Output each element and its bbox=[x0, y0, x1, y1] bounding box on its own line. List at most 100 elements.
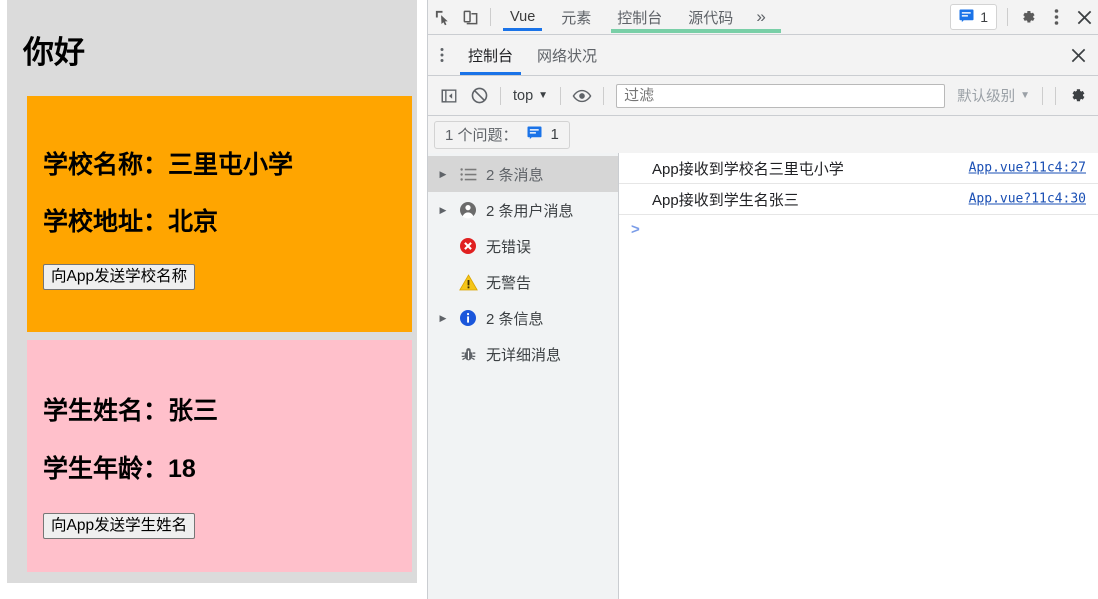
devtools-panel: Vue 元素 控制台 源代码 » bbox=[427, 0, 1098, 599]
toolbar-divider bbox=[490, 8, 491, 26]
kebab-menu-icon[interactable] bbox=[1042, 0, 1070, 34]
send-school-name-button[interactable]: 向App发送学校名称 bbox=[43, 264, 195, 291]
drawer-close-icon[interactable] bbox=[1058, 47, 1098, 64]
expand-triangle-icon-user[interactable]: ▶ bbox=[436, 205, 450, 216]
message-bubble-icon bbox=[959, 9, 974, 26]
student-age-value: 18 bbox=[168, 455, 196, 483]
school-name-row: 学校名称：三里屯小学 bbox=[43, 96, 396, 178]
sidebar-item-errors[interactable]: ▶ 无错误 bbox=[428, 228, 618, 264]
clear-console-icon[interactable] bbox=[464, 82, 494, 110]
gear-icon[interactable] bbox=[1014, 0, 1042, 34]
sidebar-item-verbose-label: 无详细消息 bbox=[486, 344, 561, 365]
school-address-row: 学校地址：北京 bbox=[43, 178, 396, 235]
expand-placeholder-warnings: ▶ bbox=[436, 277, 450, 288]
page-title: 你好 bbox=[7, 0, 417, 70]
tab-vue-label: Vue bbox=[510, 9, 535, 25]
issues-badge[interactable]: 1 bbox=[950, 4, 997, 30]
device-toolbar-icon[interactable] bbox=[456, 0, 484, 34]
console-prompt[interactable]: > bbox=[619, 215, 1098, 243]
drawer-kebab-menu-icon[interactable] bbox=[428, 47, 456, 63]
issues-chip-count: 1 bbox=[551, 126, 559, 143]
console-toolbar-divider-4 bbox=[1042, 87, 1043, 105]
student-age-label: 学生年龄： bbox=[43, 455, 168, 483]
issues-bar: 1 个问题： 1 bbox=[428, 116, 1098, 154]
student-card: 学生姓名：张三 学生年龄：18 向App发送学生姓名 bbox=[27, 340, 412, 572]
live-expression-icon[interactable] bbox=[567, 82, 597, 110]
bug-icon bbox=[457, 346, 479, 363]
web-page-pane: 你好 学校名称：三里屯小学 学校地址：北京 向App发送学校名称 学生姓名：张三… bbox=[0, 0, 427, 599]
sidebar-item-info-label: 2 条信息 bbox=[486, 308, 544, 329]
student-name-label: 学生姓名： bbox=[43, 397, 168, 425]
console-toolbar: top ▼ 默认级别 ▼ bbox=[428, 76, 1098, 116]
console-message-text: App接收到学校名三里屯小学 bbox=[619, 158, 844, 179]
console-message-source-link[interactable]: App.vue?11c4:27 bbox=[969, 161, 1086, 176]
tab-elements-label: 元素 bbox=[561, 7, 591, 28]
console-toolbar-divider-3 bbox=[603, 87, 604, 105]
prompt-caret-icon: > bbox=[631, 221, 640, 238]
school-address-value: 北京 bbox=[168, 208, 218, 236]
console-message-row[interactable]: App接收到学生名张三 App.vue?11c4:30 bbox=[619, 184, 1098, 215]
console-message-row[interactable]: App接收到学校名三里屯小学 App.vue?11c4:27 bbox=[619, 153, 1098, 184]
student-name-value: 张三 bbox=[168, 397, 218, 425]
app-container: 你好 学校名称：三里屯小学 学校地址：北京 向App发送学校名称 学生姓名：张三… bbox=[7, 0, 417, 583]
console-toolbar-divider-5 bbox=[1055, 87, 1056, 105]
tab-elements[interactable]: 元素 bbox=[548, 0, 604, 34]
sidebar-item-all-messages-label: 2 条消息 bbox=[486, 164, 544, 185]
tab-sources-label: 源代码 bbox=[688, 7, 733, 28]
console-sidebar: ▶ 2 条消息 ▶ bbox=[428, 153, 619, 599]
log-level-value: 默认级别 bbox=[957, 85, 1015, 106]
devtools-tabstrip: Vue 元素 控制台 源代码 » bbox=[428, 0, 1098, 35]
console-toolbar-divider-1 bbox=[500, 87, 501, 105]
issues-count: 1 bbox=[980, 9, 988, 25]
sidebar-item-errors-label: 无错误 bbox=[486, 236, 531, 257]
issues-chip-label: 1 个问题： bbox=[445, 124, 518, 145]
issues-chip[interactable]: 1 个问题： 1 bbox=[434, 121, 570, 149]
toolbar-divider-2 bbox=[1007, 8, 1008, 26]
expand-placeholder-verbose: ▶ bbox=[436, 349, 450, 360]
console-toolbar-divider-2 bbox=[560, 87, 561, 105]
sidebar-item-warnings[interactable]: ▶ 无警告 bbox=[428, 264, 618, 300]
console-body: ▶ 2 条消息 ▶ bbox=[428, 153, 1098, 599]
chevron-down-icon-level: ▼ bbox=[1020, 91, 1030, 101]
warning-icon bbox=[457, 274, 479, 291]
expand-triangle-icon-info[interactable]: ▶ bbox=[436, 313, 450, 324]
log-level-selector[interactable]: 默认级别 ▼ bbox=[951, 85, 1036, 106]
show-console-sidebar-icon[interactable] bbox=[434, 82, 464, 110]
chevron-down-icon: ▼ bbox=[538, 91, 548, 101]
info-icon bbox=[457, 309, 479, 327]
console-filter-input[interactable] bbox=[616, 84, 945, 108]
student-name-row: 学生姓名：张三 bbox=[43, 340, 396, 424]
drawer-tab-console[interactable]: 控制台 bbox=[456, 36, 525, 75]
sidebar-item-info[interactable]: ▶ 2 条信息 bbox=[428, 300, 618, 336]
error-icon bbox=[457, 237, 479, 255]
sidebar-item-verbose[interactable]: ▶ 无详细消息 bbox=[428, 336, 618, 372]
student-age-row: 学生年龄：18 bbox=[43, 424, 396, 482]
list-icon bbox=[457, 168, 479, 181]
person-icon bbox=[457, 201, 479, 219]
execution-context-value: top bbox=[513, 88, 533, 104]
sidebar-item-user-messages[interactable]: ▶ 2 条用户消息 bbox=[428, 192, 618, 228]
drawer-tabstrip: 控制台 网络状况 bbox=[428, 35, 1098, 76]
issues-chip-message-icon bbox=[527, 126, 542, 144]
school-name-label: 学校名称： bbox=[43, 151, 168, 179]
expand-triangle-icon[interactable]: ▶ bbox=[436, 169, 450, 180]
inspect-cursor-icon[interactable] bbox=[428, 0, 456, 34]
execution-context-selector[interactable]: top ▼ bbox=[507, 88, 554, 104]
close-icon[interactable] bbox=[1070, 0, 1098, 34]
drawer-tab-network-conditions[interactable]: 网络状况 bbox=[525, 36, 609, 75]
tab-vue[interactable]: Vue bbox=[497, 0, 548, 34]
expand-placeholder-errors: ▶ bbox=[436, 241, 450, 252]
console-message-list: App接收到学校名三里屯小学 App.vue?11c4:27 App接收到学生名… bbox=[619, 153, 1098, 599]
more-tabs-button[interactable]: » bbox=[746, 7, 775, 27]
school-address-label: 学校地址： bbox=[43, 208, 168, 236]
loading-progress-bar bbox=[611, 29, 781, 33]
console-message-source-link[interactable]: App.vue?11c4:30 bbox=[969, 192, 1086, 207]
drawer-tab-network-conditions-label: 网络状况 bbox=[537, 45, 597, 66]
sidebar-item-warnings-label: 无警告 bbox=[486, 272, 531, 293]
sidebar-item-all-messages[interactable]: ▶ 2 条消息 bbox=[428, 156, 618, 192]
tab-console-label: 控制台 bbox=[617, 7, 662, 28]
drawer-tab-console-label: 控制台 bbox=[468, 45, 513, 66]
sidebar-item-user-messages-label: 2 条用户消息 bbox=[486, 200, 574, 221]
send-student-name-button[interactable]: 向App发送学生姓名 bbox=[43, 513, 195, 540]
console-settings-gear-icon[interactable] bbox=[1062, 82, 1092, 110]
